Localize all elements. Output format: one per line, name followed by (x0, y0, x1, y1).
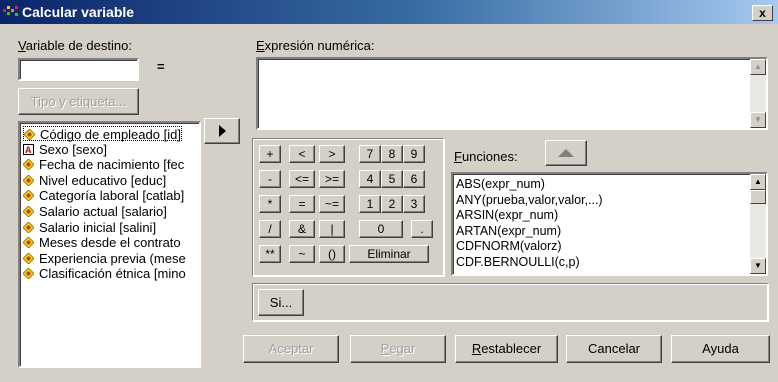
scale-icon (22, 252, 35, 265)
scale-icon (22, 221, 35, 234)
variable-label: Nivel educativo [educ] (39, 172, 167, 188)
window-title: Calcular variable (22, 4, 135, 20)
variable-label: Sexo [sexo] (39, 141, 107, 157)
app-icon (3, 6, 18, 16)
keypad-key[interactable]: 8 (381, 145, 403, 163)
keypad-key[interactable]: & (289, 220, 315, 238)
variables-list[interactable]: Código de empleado [id] A Sexo [sexo] Fecha… (18, 121, 201, 368)
functions-list[interactable]: CDF.BERNOULLI(c,p) CDFNORM(valorz) ARTAN(e… (451, 172, 768, 276)
functions-label: Funciones: (454, 149, 518, 164)
variable-item[interactable]: Clasificación étnica [mino (22, 266, 186, 282)
type-label-button[interactable]: Tipo y etiqueta... (18, 88, 139, 115)
close-button[interactable]: x (752, 5, 773, 21)
variable-item[interactable]: Nivel educativo [educ] (22, 172, 167, 188)
equals-sign: = (157, 59, 165, 74)
close-icon: x (759, 6, 766, 20)
reset-button[interactable]: Restablecer (455, 335, 558, 363)
string-icon: A (23, 143, 34, 155)
scale-icon (22, 267, 35, 280)
keypad-key[interactable]: 7 (359, 145, 381, 163)
variable-item[interactable]: Fecha de nacimiento [fec (22, 157, 185, 173)
expression-label: Expresión numérica: (256, 38, 375, 53)
scale-icon (22, 189, 35, 202)
function-item[interactable]: ARSIN(expr_num) (456, 208, 558, 223)
function-item[interactable]: CDFNORM(valorz) (456, 239, 562, 254)
arrow-up-icon (558, 149, 574, 157)
keypad-key[interactable]: < (289, 145, 315, 163)
scale-icon (22, 158, 35, 171)
variable-item[interactable]: Salario actual [salario] (22, 204, 167, 219)
keypad-key[interactable]: | (319, 220, 345, 238)
scale-icon (22, 174, 35, 187)
keypad-panel: + < >7 8 9 - <= >= 4 5 6 * = ~= 1 2 3 /& | 0. ** ~() Eliminar (252, 138, 444, 276)
expression-textarea[interactable]: ▲ ▼ (256, 57, 768, 130)
variable-label: Fecha de nacimiento [fec (39, 157, 185, 173)
function-item[interactable]: ARTAN(expr_num) (456, 224, 561, 239)
keypad-key[interactable]: 9 (403, 145, 425, 163)
target-variable-label: Variable de destino: (18, 38, 132, 53)
keypad-key[interactable]: >= (319, 170, 345, 188)
keypad-key[interactable]: 6 (403, 170, 425, 188)
variable-item[interactable]: Salario inicial [salini] (22, 219, 157, 235)
functions-scrollbar[interactable]: ▲ ▼ (750, 174, 766, 274)
if-button[interactable]: Si... (258, 289, 304, 316)
variable-label: Meses desde el contrato (39, 235, 181, 251)
cancel-button[interactable]: Cancelar (566, 335, 662, 363)
keypad-key[interactable]: 2 (381, 195, 403, 213)
keypad-key[interactable]: = (289, 195, 315, 213)
keypad-key[interactable]: Eliminar (349, 245, 429, 263)
scroll-down-icon[interactable]: ▼ (750, 258, 766, 274)
variable-label: Experiencia previa (mese (39, 250, 186, 266)
variable-label: Salario inicial [salini] (39, 219, 157, 235)
variable-item[interactable]: Experiencia previa (mese (22, 250, 186, 266)
expression-scrollbar[interactable]: ▲ ▼ (750, 59, 766, 128)
insert-function-button[interactable] (545, 140, 587, 166)
scale-icon (22, 205, 35, 218)
keypad-key[interactable]: 4 (359, 170, 381, 188)
keypad-key[interactable]: 1 (359, 195, 381, 213)
keypad-key[interactable]: 0 (359, 220, 403, 238)
move-to-expression-button[interactable] (204, 118, 240, 144)
keypad-key[interactable]: + (259, 145, 281, 163)
paste-button[interactable]: Pegar (350, 335, 446, 363)
keypad-key[interactable]: ~= (319, 195, 345, 213)
function-item[interactable]: ANY(prueba,valor,valor,...) (456, 193, 603, 208)
keypad-key[interactable]: 3 (403, 195, 425, 213)
function-item[interactable]: ABS(expr_num) (456, 177, 545, 192)
keypad-key[interactable]: - (259, 170, 281, 188)
scroll-down-icon[interactable]: ▼ (750, 112, 766, 128)
scale-icon (23, 128, 36, 141)
scale-icon (22, 236, 35, 249)
variable-item[interactable]: Meses desde el contrato (22, 235, 181, 251)
keypad-key[interactable]: * (259, 195, 281, 213)
keypad-key[interactable]: ~ (289, 245, 315, 263)
scroll-up-icon[interactable]: ▲ (750, 174, 766, 190)
scroll-thumb[interactable] (750, 190, 766, 204)
keypad-key[interactable]: . (411, 220, 433, 238)
ok-button[interactable]: Aceptar (243, 335, 339, 363)
target-variable-input[interactable] (18, 58, 139, 81)
variable-item[interactable]: Código de empleado [id] (23, 126, 182, 142)
keypad-key[interactable]: 5 (381, 170, 403, 188)
keypad-key[interactable]: > (319, 145, 345, 163)
variable-label: Clasificación étnica [mino (39, 266, 186, 282)
variable-label: Categoría laboral [catlab] (39, 188, 185, 204)
if-panel (252, 283, 768, 321)
variable-label: Salario actual [salario] (39, 204, 167, 219)
scroll-up-icon[interactable]: ▲ (750, 59, 766, 75)
help-button[interactable]: Ayuda (671, 335, 770, 363)
variable-label: Código de empleado [id] (40, 127, 181, 142)
arrow-right-icon (219, 125, 226, 137)
keypad-key[interactable]: <= (289, 170, 315, 188)
svg-text:A: A (25, 145, 32, 155)
variable-item[interactable]: Categoría laboral [catlab] (22, 188, 185, 204)
keypad-key[interactable]: () (319, 245, 345, 263)
function-item[interactable]: CDF.BERNOULLI(c,p) (456, 255, 580, 270)
variable-item[interactable]: A Sexo [sexo] (23, 142, 107, 157)
keypad-key[interactable]: ** (259, 245, 281, 263)
keypad-key[interactable]: / (259, 220, 281, 238)
